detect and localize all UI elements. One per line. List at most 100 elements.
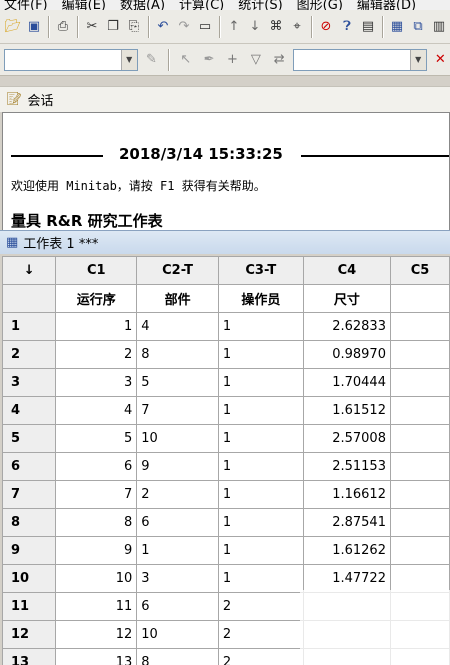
paste-icon[interactable]: ⎘ — [124, 16, 144, 38]
cell-c5[interactable] — [389, 396, 450, 425]
find-replace-icon[interactable]: ⌖ — [287, 16, 307, 38]
cell-c3[interactable]: 2 — [217, 592, 304, 621]
cell-c2[interactable]: 6 — [136, 508, 219, 537]
menu-item[interactable]: 计算(C) — [179, 0, 224, 10]
cell-c2[interactable]: 8 — [136, 648, 219, 665]
brush-icon[interactable]: ✎ — [142, 49, 161, 71]
cell-c5[interactable] — [389, 508, 450, 537]
session-window-titlebar[interactable]: 📝︎ 会话 — [0, 86, 450, 112]
cell-c2[interactable]: 2 — [136, 480, 219, 509]
cell-c3[interactable]: 2 — [217, 620, 304, 649]
cell-c1[interactable]: 8 — [55, 508, 138, 537]
session-window[interactable]: 2018/3/14 15:33:25 欢迎使用 Minitab，请按 F1 获得… — [2, 112, 450, 232]
redo-icon[interactable]: ↷ — [174, 16, 194, 38]
column-name-cell[interactable] — [389, 284, 450, 313]
chevron-down-icon[interactable]: ▼ — [120, 49, 137, 70]
cell-c1[interactable]: 1 — [55, 312, 138, 341]
cell-c3[interactable]: 1 — [217, 396, 304, 425]
save-icon[interactable]: ▣ — [24, 16, 44, 38]
cell-c4[interactable]: 2.57008 — [302, 424, 391, 453]
arrow-down-icon[interactable]: ↓ — [245, 16, 265, 38]
column-name-cell[interactable]: 部件 — [136, 284, 219, 313]
row-header[interactable]: 2 — [2, 340, 57, 369]
cell-c2[interactable]: 9 — [136, 452, 219, 481]
cell-c4[interactable]: 1.47722 — [302, 564, 391, 593]
menu-item[interactable]: 统计(S) — [238, 0, 282, 10]
cell-c4[interactable]: 1.70444 — [302, 368, 391, 397]
row-header[interactable]: 3 — [2, 368, 57, 397]
cell-c5[interactable] — [389, 340, 450, 369]
chevron-down-icon[interactable]: ▼ — [409, 49, 426, 70]
cell-c5[interactable] — [389, 480, 450, 509]
row-header[interactable]: 10 — [2, 564, 57, 593]
cell-c3[interactable]: 1 — [217, 480, 304, 509]
cell-c5[interactable] — [389, 312, 450, 341]
cell-c1[interactable]: 3 — [55, 368, 138, 397]
cell-c4[interactable]: 1.16612 — [302, 480, 391, 509]
cell-c4[interactable]: 1.61512 — [302, 396, 391, 425]
open-icon[interactable]: 📂︎ — [3, 16, 23, 38]
cell-c1[interactable]: 12 — [55, 620, 138, 649]
cell-c3[interactable]: 1 — [217, 452, 304, 481]
arrow-up-icon[interactable]: ↑ — [224, 16, 244, 38]
column-header[interactable]: C5 — [389, 256, 450, 285]
column-header[interactable]: C2-T — [136, 256, 219, 285]
cell-c4[interactable]: 2.51153 — [302, 452, 391, 481]
cell-c5[interactable] — [389, 564, 450, 593]
cell-c3[interactable]: 1 — [217, 536, 304, 565]
close-icon[interactable]: ✕ — [431, 49, 450, 71]
print-icon[interactable]: ⎙ — [53, 16, 73, 38]
find-icon[interactable]: ⌘ — [266, 16, 286, 38]
cell-c2[interactable]: 3 — [136, 564, 219, 593]
row-header[interactable]: 8 — [2, 508, 57, 537]
cell-c3[interactable]: 2 — [217, 648, 304, 665]
cell-c2[interactable]: 1 — [136, 536, 219, 565]
cell-c1[interactable]: 6 — [55, 452, 138, 481]
cell-c1[interactable]: 9 — [55, 536, 138, 565]
cell-c4[interactable]: 1.61262 — [302, 536, 391, 565]
cell-c3[interactable]: 1 — [217, 508, 304, 537]
cell-c1[interactable]: 5 — [55, 424, 138, 453]
column-name-cell[interactable]: 运行序 — [55, 284, 138, 313]
cascade-icon[interactable]: ⧉ — [408, 16, 428, 38]
cell-c4[interactable]: 0.98970 — [302, 340, 391, 369]
cell-c1[interactable]: 4 — [55, 396, 138, 425]
cell-c2[interactable]: 10 — [136, 424, 219, 453]
cell-c2[interactable]: 6 — [136, 592, 219, 621]
cell-c3[interactable]: 1 — [217, 564, 304, 593]
cell-c5[interactable] — [389, 424, 450, 453]
cell-c1[interactable]: 13 — [55, 648, 138, 665]
cell-c4[interactable]: 2.87541 — [302, 508, 391, 537]
row-header[interactable]: 12 — [2, 620, 57, 649]
cell-c2[interactable]: 5 — [136, 368, 219, 397]
cell-c1[interactable]: 10 — [55, 564, 138, 593]
pointer-icon[interactable]: ↖ — [176, 49, 195, 71]
info-icon[interactable]: ▤ — [358, 16, 378, 38]
pen-icon[interactable]: ✒ — [199, 49, 218, 71]
undo-icon[interactable]: ↶ — [153, 16, 173, 38]
row-header[interactable]: 6 — [2, 452, 57, 481]
column-header[interactable]: C4 — [302, 256, 391, 285]
menu-item[interactable]: 图形(G) — [297, 0, 343, 10]
menu-item[interactable]: 数据(A) — [120, 0, 165, 10]
variable-combo[interactable]: ▼ — [4, 48, 138, 71]
cancel-icon[interactable]: ⊘ — [316, 16, 336, 38]
cell-c5[interactable] — [389, 368, 450, 397]
row-header[interactable]: 5 — [2, 424, 57, 453]
help-icon[interactable]: ❓︎ — [337, 16, 357, 38]
column-header[interactable]: C1 — [55, 256, 138, 285]
cell-c3[interactable]: 1 — [217, 312, 304, 341]
column-name-cell[interactable]: 尺寸 — [302, 284, 391, 313]
row-header[interactable]: 4 — [2, 396, 57, 425]
cut-icon[interactable]: ✂ — [82, 16, 102, 38]
cell-c2[interactable]: 4 — [136, 312, 219, 341]
cell-c3[interactable]: 1 — [217, 368, 304, 397]
select-all-corner[interactable]: ↓ — [2, 256, 57, 285]
row-header[interactable]: 13 — [2, 648, 57, 665]
window-icon[interactable]: ▭ — [195, 16, 215, 38]
row-header[interactable]: 7 — [2, 480, 57, 509]
filter-icon[interactable]: ▽ — [246, 49, 265, 71]
cell-c3[interactable]: 1 — [217, 340, 304, 369]
menu-item[interactable]: 编辑器(D) — [357, 0, 416, 10]
overflow-icon[interactable]: ▥ — [429, 16, 449, 38]
